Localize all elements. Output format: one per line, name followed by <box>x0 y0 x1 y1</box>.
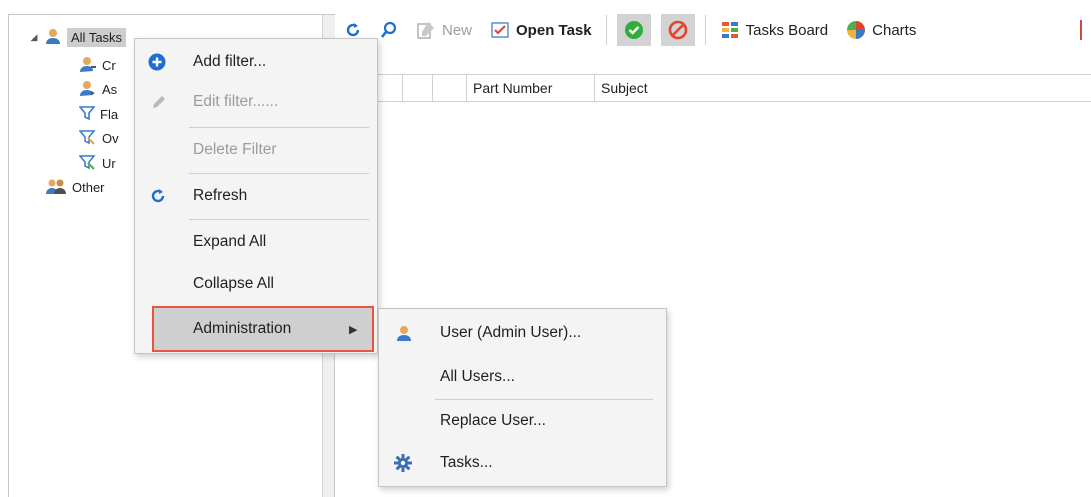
tree-context-menu: Add filter... Edit filter...... Delete F… <box>134 38 378 354</box>
toolbar-overflow-icon[interactable] <box>1080 20 1091 40</box>
menu-separator <box>189 219 369 220</box>
tree-item-label: Cr <box>102 57 116 73</box>
refresh-icon <box>346 23 360 37</box>
open-task-label: Open Task <box>516 21 592 39</box>
user-admin-menu-item[interactable]: User (Admin User)... <box>379 314 666 352</box>
menu-item-label: Add filter... <box>193 53 267 70</box>
tree-item[interactable]: Fla <box>78 102 119 126</box>
open-task-icon <box>491 22 509 38</box>
menu-item-label: All Users... <box>440 368 515 385</box>
menu-item-label: Expand All <box>193 233 267 250</box>
grid-header: Part Number Subject <box>335 74 1091 102</box>
tree-item-label: As <box>102 81 118 97</box>
tree-item-other[interactable]: Other <box>45 175 105 199</box>
toolbar-separator <box>605 15 607 45</box>
menu-item-label: User (Admin User)... <box>440 324 582 341</box>
user-assign-icon <box>79 79 97 100</box>
tree-item-label: Ov <box>102 130 119 146</box>
menu-separator <box>189 173 369 174</box>
tree-root-all-tasks[interactable]: ◢ All Tasks <box>29 25 127 49</box>
delete-filter-menu-item[interactable]: Delete Filter <box>135 131 377 169</box>
tree-item[interactable]: As <box>79 77 117 101</box>
flag-filter-icon <box>78 129 97 148</box>
open-task-button[interactable]: Open Task <box>486 14 596 46</box>
menu-item-label: Refresh <box>193 187 248 204</box>
submenu-arrow-icon: ▶ <box>349 323 358 336</box>
column-header-subject[interactable]: Subject <box>595 75 1091 101</box>
administration-menu-item[interactable]: Administration ▶ <box>152 306 374 352</box>
column-header[interactable] <box>433 75 467 101</box>
tree-item-label: Other <box>72 179 105 195</box>
tree-item-label: Ur <box>102 155 116 171</box>
user-icon <box>393 322 415 344</box>
user-pen-icon <box>79 55 97 76</box>
menu-item-label: Administration <box>193 320 292 337</box>
all-users-menu-item[interactable]: All Users... <box>379 358 666 396</box>
menu-item-label: Tasks... <box>440 454 493 471</box>
tree-root-label: All Tasks <box>67 27 127 47</box>
edit-filter-menu-item[interactable]: Edit filter...... <box>135 83 377 121</box>
add-circle-icon <box>146 51 168 73</box>
search-icon <box>380 21 397 38</box>
toolbar-separator <box>704 15 706 45</box>
main-toolbar: New Open Task Tasks Board Charts <box>340 12 920 48</box>
expand-all-menu-item[interactable]: Expand All <box>135 223 377 261</box>
menu-separator <box>435 399 653 400</box>
user-icon <box>44 27 62 48</box>
tasks-menu-item[interactable]: Tasks... <box>379 444 666 482</box>
administration-submenu: User (Admin User)... All Users... Replac… <box>378 308 667 487</box>
new-label: New <box>442 21 473 39</box>
new-button[interactable]: New <box>412 14 476 46</box>
gear-icon <box>392 452 414 474</box>
menu-item-label: Delete Filter <box>193 141 277 158</box>
new-task-icon <box>417 22 434 39</box>
reject-button[interactable] <box>660 14 695 46</box>
search-button[interactable] <box>376 14 402 46</box>
filter-icon <box>78 105 96 124</box>
flag-filter-icon <box>78 154 97 173</box>
board-icon <box>721 22 738 38</box>
refresh-menu-item[interactable]: Refresh <box>135 177 377 215</box>
column-header[interactable] <box>403 75 433 101</box>
pie-chart-icon <box>847 21 866 39</box>
block-icon <box>668 20 687 40</box>
check-circle-icon <box>624 21 643 39</box>
menu-separator <box>189 127 369 128</box>
add-filter-menu-item[interactable]: Add filter... <box>135 43 377 81</box>
collapse-all-menu-item[interactable]: Collapse All <box>135 265 377 303</box>
tasks-board-button[interactable]: Tasks Board <box>716 14 833 46</box>
charts-button[interactable]: Charts <box>842 14 920 46</box>
column-header-part-number[interactable]: Part Number <box>467 75 595 101</box>
tree-item[interactable]: Ov <box>78 126 119 150</box>
tree-item[interactable]: Ur <box>78 151 116 175</box>
approve-button[interactable] <box>616 14 651 46</box>
collapse-arrow-icon[interactable]: ◢ <box>29 32 39 43</box>
tasks-board-label: Tasks Board <box>745 21 829 39</box>
menu-item-label: Replace User... <box>440 412 546 429</box>
menu-item-label: Collapse All <box>193 275 274 292</box>
replace-user-menu-item[interactable]: Replace User... <box>379 402 666 440</box>
charts-label: Charts <box>872 21 917 39</box>
tree-item-label: Fla <box>100 106 119 122</box>
group-users-icon <box>45 177 67 198</box>
tree-item[interactable]: Cr <box>79 53 116 77</box>
pencil-icon <box>148 91 170 113</box>
menu-item-label: Edit filter...... <box>193 93 279 110</box>
refresh-icon <box>147 185 169 207</box>
